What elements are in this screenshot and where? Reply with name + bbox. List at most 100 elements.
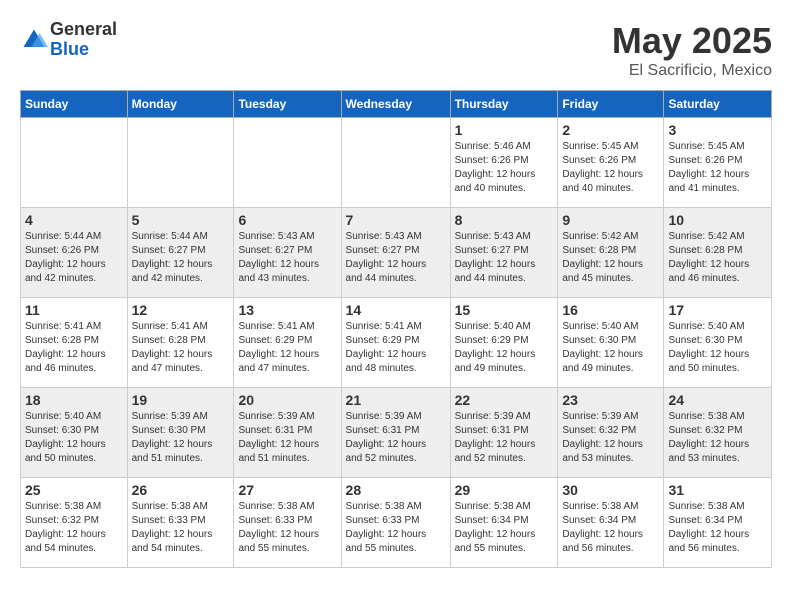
day-info: Sunrise: 5:39 AM Sunset: 6:32 PM Dayligh…	[562, 410, 659, 466]
day-info: Sunrise: 5:38 AM Sunset: 6:34 PM Dayligh…	[562, 500, 659, 556]
day-info: Sunrise: 5:39 AM Sunset: 6:31 PM Dayligh…	[238, 410, 336, 466]
calendar-cell: 2 Sunrise: 5:45 AM Sunset: 6:26 PM Daylig…	[558, 118, 664, 208]
day-info: Sunrise: 5:41 AM Sunset: 6:28 PM Dayligh…	[132, 320, 230, 376]
calendar-cell: 24Sunrise: 5:38 AM Sunset: 6:32 PM Dayli…	[664, 388, 772, 478]
day-info: Sunrise: 5:41 AM Sunset: 6:28 PM Dayligh…	[25, 320, 123, 376]
calendar-week-row: 4 Sunrise: 5:44 AM Sunset: 6:26 PM Daylig…	[21, 208, 772, 298]
day-number: 21	[346, 392, 446, 408]
day-info: Sunrise: 5:42 AM Sunset: 6:28 PM Dayligh…	[562, 230, 659, 286]
day-number: 26	[132, 482, 230, 498]
main-title: May 2025	[612, 20, 772, 62]
day-number: 19	[132, 392, 230, 408]
day-info: Sunrise: 5:40 AM Sunset: 6:30 PM Dayligh…	[562, 320, 659, 376]
calendar-cell: 12 Sunrise: 5:41 AM Sunset: 6:28 PM Dayli…	[127, 298, 234, 388]
day-number: 17	[668, 302, 767, 318]
calendar-cell	[127, 118, 234, 208]
calendar-cell: 26 Sunrise: 5:38 AM Sunset: 6:33 PM Dayli…	[127, 478, 234, 568]
logo-general: General	[50, 20, 117, 40]
day-number: 8	[455, 212, 554, 228]
day-info: Sunrise: 5:44 AM Sunset: 6:26 PM Dayligh…	[25, 230, 123, 286]
day-number: 4	[25, 212, 123, 228]
calendar-cell: 13 Sunrise: 5:41 AM Sunset: 6:29 PM Dayli…	[234, 298, 341, 388]
calendar-cell: 18 Sunrise: 5:40 AM Sunset: 6:30 PM Dayli…	[21, 388, 128, 478]
day-info: Sunrise: 5:41 AM Sunset: 6:29 PM Dayligh…	[238, 320, 336, 376]
day-info: Sunrise: 5:39 AM Sunset: 6:31 PM Dayligh…	[455, 410, 554, 466]
day-number: 28	[346, 482, 446, 498]
day-info: Sunrise: 5:40 AM Sunset: 6:30 PM Dayligh…	[668, 320, 767, 376]
logo: General Blue	[20, 20, 117, 60]
header-row: SundayMondayTuesdayWednesdayThursdayFrid…	[21, 91, 772, 118]
day-number: 23	[562, 392, 659, 408]
calendar-cell: 23 Sunrise: 5:39 AM Sunset: 6:32 PM Dayli…	[558, 388, 664, 478]
day-info: Sunrise: 5:38 AM Sunset: 6:34 PM Dayligh…	[668, 500, 767, 556]
calendar-week-row: 25 Sunrise: 5:38 AM Sunset: 6:32 PM Dayli…	[21, 478, 772, 568]
calendar-cell: 29 Sunrise: 5:38 AM Sunset: 6:34 PM Dayli…	[450, 478, 558, 568]
calendar-cell: 31 Sunrise: 5:38 AM Sunset: 6:34 PM Dayli…	[664, 478, 772, 568]
calendar-table: SundayMondayTuesdayWednesdayThursdayFrid…	[20, 90, 772, 568]
calendar-cell: 21 Sunrise: 5:39 AM Sunset: 6:31 PM Dayli…	[341, 388, 450, 478]
day-number: 30	[562, 482, 659, 498]
calendar-cell	[341, 118, 450, 208]
day-info: Sunrise: 5:38 AM Sunset: 6:32 PM Dayligh…	[25, 500, 123, 556]
calendar-cell: 17 Sunrise: 5:40 AM Sunset: 6:30 PM Dayli…	[664, 298, 772, 388]
calendar-cell: 20Sunrise: 5:39 AM Sunset: 6:31 PM Dayli…	[234, 388, 341, 478]
day-info: Sunrise: 5:41 AM Sunset: 6:29 PM Dayligh…	[346, 320, 446, 376]
day-number: 27	[238, 482, 336, 498]
subtitle: El Sacrificio, Mexico	[612, 62, 772, 80]
day-number: 9	[562, 212, 659, 228]
day-number: 11	[25, 302, 123, 318]
day-number: 16	[562, 302, 659, 318]
day-info: Sunrise: 5:38 AM Sunset: 6:32 PM Dayligh…	[668, 410, 767, 466]
day-info: Sunrise: 5:42 AM Sunset: 6:28 PM Dayligh…	[668, 230, 767, 286]
day-info: Sunrise: 5:39 AM Sunset: 6:31 PM Dayligh…	[346, 410, 446, 466]
logo-text: General Blue	[50, 20, 117, 60]
calendar-cell: 11 Sunrise: 5:41 AM Sunset: 6:28 PM Dayli…	[21, 298, 128, 388]
calendar-cell: 16 Sunrise: 5:40 AM Sunset: 6:30 PM Dayli…	[558, 298, 664, 388]
day-number: 7	[346, 212, 446, 228]
page-header: General Blue May 2025 El Sacrificio, Mex…	[20, 20, 772, 80]
day-info: Sunrise: 5:45 AM Sunset: 6:26 PM Dayligh…	[668, 140, 767, 196]
day-info: Sunrise: 5:39 AM Sunset: 6:30 PM Dayligh…	[132, 410, 230, 466]
calendar-cell: 6Sunrise: 5:43 AM Sunset: 6:27 PM Daylig…	[234, 208, 341, 298]
weekday-header: Wednesday	[341, 91, 450, 118]
weekday-header: Sunday	[21, 91, 128, 118]
weekday-header: Thursday	[450, 91, 558, 118]
day-info: Sunrise: 5:43 AM Sunset: 6:27 PM Dayligh…	[455, 230, 554, 286]
day-number: 1	[455, 122, 554, 138]
calendar-cell: 15 Sunrise: 5:40 AM Sunset: 6:29 PM Dayli…	[450, 298, 558, 388]
day-info: Sunrise: 5:38 AM Sunset: 6:34 PM Dayligh…	[455, 500, 554, 556]
day-number: 14	[346, 302, 446, 318]
calendar-cell: 3 Sunrise: 5:45 AM Sunset: 6:26 PM Daylig…	[664, 118, 772, 208]
day-info: Sunrise: 5:43 AM Sunset: 6:27 PM Dayligh…	[238, 230, 336, 286]
logo-blue: Blue	[50, 40, 117, 60]
day-info: Sunrise: 5:38 AM Sunset: 6:33 PM Dayligh…	[132, 500, 230, 556]
day-number: 5	[132, 212, 230, 228]
day-number: 22	[455, 392, 554, 408]
calendar-cell: 27 Sunrise: 5:38 AM Sunset: 6:33 PM Dayli…	[234, 478, 341, 568]
calendar-cell	[21, 118, 128, 208]
calendar-cell: 22 Sunrise: 5:39 AM Sunset: 6:31 PM Dayli…	[450, 388, 558, 478]
day-info: Sunrise: 5:38 AM Sunset: 6:33 PM Dayligh…	[238, 500, 336, 556]
day-number: 12	[132, 302, 230, 318]
day-number: 25	[25, 482, 123, 498]
day-info: Sunrise: 5:45 AM Sunset: 6:26 PM Dayligh…	[562, 140, 659, 196]
title-block: May 2025 El Sacrificio, Mexico	[612, 20, 772, 80]
day-info: Sunrise: 5:40 AM Sunset: 6:29 PM Dayligh…	[455, 320, 554, 376]
calendar-week-row: 18 Sunrise: 5:40 AM Sunset: 6:30 PM Dayli…	[21, 388, 772, 478]
calendar-cell: 5Sunrise: 5:44 AM Sunset: 6:27 PM Daylig…	[127, 208, 234, 298]
day-number: 13	[238, 302, 336, 318]
calendar-week-row: 1Sunrise: 5:46 AM Sunset: 6:26 PM Daylig…	[21, 118, 772, 208]
calendar-cell: 10Sunrise: 5:42 AM Sunset: 6:28 PM Dayli…	[664, 208, 772, 298]
day-number: 29	[455, 482, 554, 498]
day-number: 15	[455, 302, 554, 318]
day-info: Sunrise: 5:40 AM Sunset: 6:30 PM Dayligh…	[25, 410, 123, 466]
day-number: 31	[668, 482, 767, 498]
logo-icon	[20, 26, 48, 54]
calendar-week-row: 11 Sunrise: 5:41 AM Sunset: 6:28 PM Dayli…	[21, 298, 772, 388]
day-number: 18	[25, 392, 123, 408]
day-info: Sunrise: 5:43 AM Sunset: 6:27 PM Dayligh…	[346, 230, 446, 286]
day-number: 3	[668, 122, 767, 138]
day-number: 2	[562, 122, 659, 138]
calendar-cell: 7 Sunrise: 5:43 AM Sunset: 6:27 PM Daylig…	[341, 208, 450, 298]
calendar-cell: 14 Sunrise: 5:41 AM Sunset: 6:29 PM Dayli…	[341, 298, 450, 388]
